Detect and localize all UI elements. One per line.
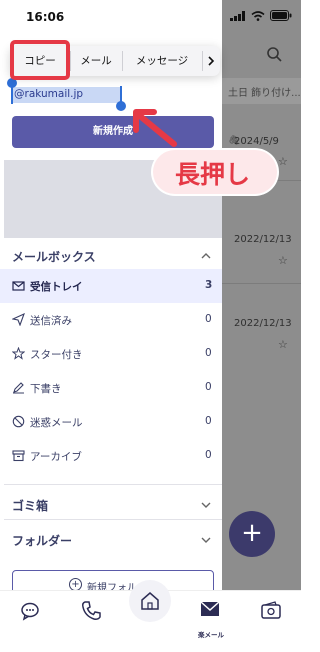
mail-nav-label: 楽メール	[198, 631, 224, 639]
folder-item-drafts[interactable]: 下書き 0	[0, 371, 222, 405]
folder-label: 下書き	[30, 383, 62, 395]
annotation-arrow	[133, 109, 177, 147]
annotation-text: 長押し	[175, 160, 251, 189]
star-icon	[12, 347, 25, 360]
chevron-up-icon[interactable]	[200, 250, 212, 262]
message-menu-item[interactable]: メッセージ	[122, 46, 202, 76]
compose-fab-button[interactable]: +	[229, 511, 275, 557]
star-icon[interactable]: ☆	[278, 254, 288, 267]
folder-label: スター付き	[30, 349, 83, 361]
folder-label: 受信トレイ	[30, 281, 83, 293]
folder-item-starred[interactable]: スター付き 0	[0, 337, 222, 371]
status-time: 16:06	[26, 10, 65, 24]
send-icon	[12, 313, 25, 326]
account-email[interactable]: @rakumail.jp	[14, 88, 83, 100]
mail-date: 2022/12/13	[234, 318, 292, 329]
chevron-right-icon[interactable]	[205, 55, 217, 67]
status-bar: 16:06	[0, 0, 301, 34]
wallet-icon[interactable]	[260, 600, 282, 622]
mail-menu-item[interactable]: メール	[70, 46, 122, 76]
folder-count: 0	[205, 449, 212, 461]
new-mail-button[interactable]: 新規作成	[12, 116, 214, 148]
folder-label: 迷惑メール	[30, 417, 83, 429]
selection-end-handle[interactable]	[116, 101, 126, 111]
folder-label: アーカイブ	[30, 451, 82, 463]
star-icon[interactable]: ☆	[278, 155, 288, 168]
archive-icon	[12, 450, 25, 462]
status-icons	[230, 10, 292, 21]
phone-icon[interactable]	[80, 600, 102, 622]
banner-text: 土日 飾り付け...	[228, 88, 301, 99]
section-divider	[4, 484, 222, 485]
home-icon[interactable]	[139, 590, 161, 612]
chevron-down-icon[interactable]	[200, 534, 212, 546]
mail-preview-banner: 土日 飾り付け...	[222, 78, 301, 104]
folder-section-title[interactable]: フォルダー	[12, 532, 72, 549]
mail-nav-icon[interactable]	[199, 598, 221, 620]
pencil-icon	[13, 382, 24, 394]
signal-icon	[230, 10, 245, 21]
folder-count: 0	[205, 415, 212, 427]
battery-icon	[270, 10, 292, 21]
chat-bubbles-icon[interactable]	[20, 600, 42, 622]
mailbox-section-title: メールボックス	[12, 250, 96, 264]
folder-count: 0	[205, 381, 212, 393]
wifi-icon	[251, 10, 265, 21]
folder-label: 送信済み	[30, 315, 72, 327]
mail-date: 2024/5/9	[234, 136, 279, 147]
copy-highlight-box	[10, 40, 70, 80]
menu-separator	[202, 51, 203, 71]
folder-item-archive[interactable]: アーカイブ 0	[0, 439, 222, 473]
folder-item-sent[interactable]: 送信済み 0	[0, 303, 222, 337]
mail-icon	[12, 281, 25, 291]
folder-item-spam[interactable]: 迷惑メール 0	[0, 405, 222, 439]
search-icon[interactable]	[266, 46, 282, 62]
star-icon[interactable]: ☆	[278, 338, 288, 351]
chevron-down-icon[interactable]	[200, 499, 212, 511]
folder-count: 0	[205, 347, 212, 359]
folder-item-inbox[interactable]: 受信トレイ 3	[0, 269, 222, 303]
folder-count: 3	[205, 279, 213, 291]
block-icon	[12, 415, 25, 428]
mail-date: 2022/12/13	[234, 234, 292, 245]
section-divider	[4, 519, 222, 520]
list-divider	[222, 283, 301, 284]
folder-count: 0	[205, 313, 212, 325]
trash-section-title[interactable]: ゴミ箱	[12, 497, 48, 514]
